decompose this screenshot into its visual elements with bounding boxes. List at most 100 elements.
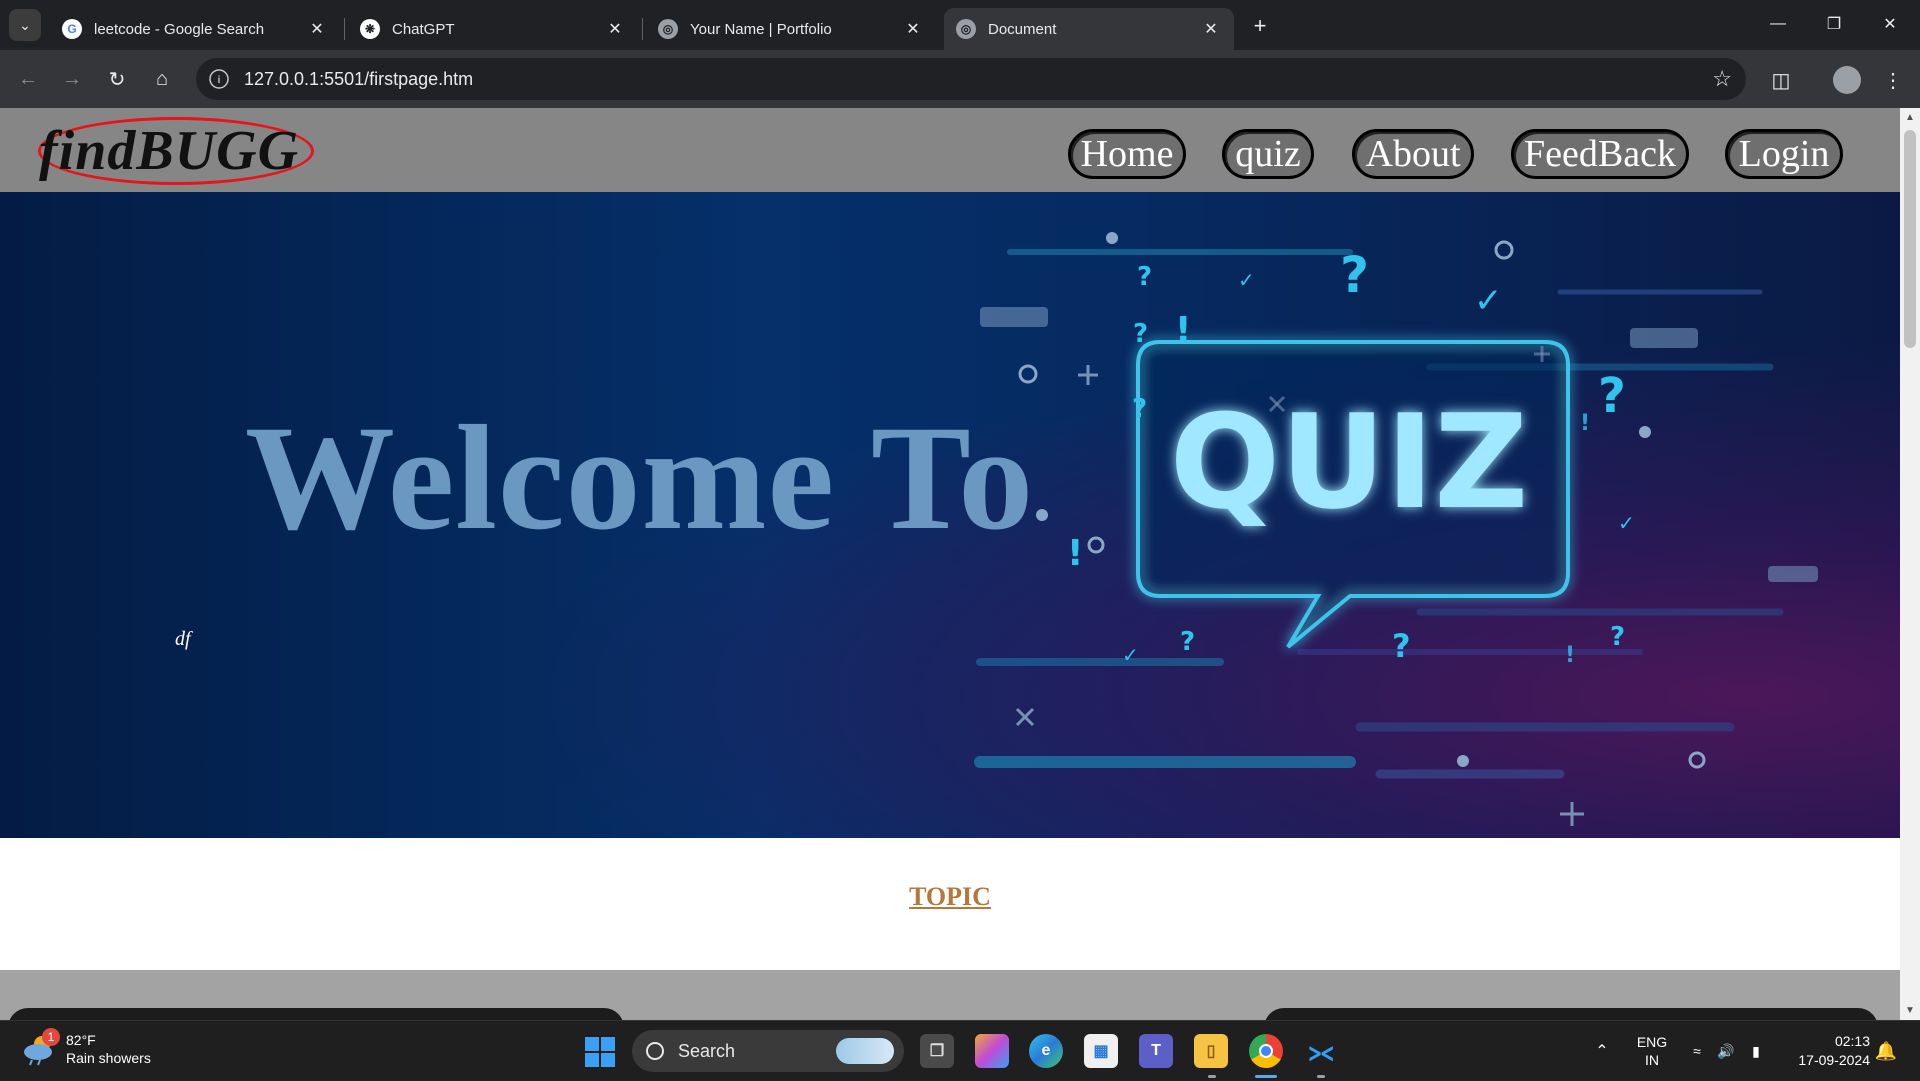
svg-text:✓: ✓ [1122, 643, 1139, 667]
windows-taskbar: 1 82°F Rain showers Search ❐ e ▦ T ▯ ⪥ ⌃… [0, 1020, 1920, 1080]
arrow-left-icon: ← [18, 67, 38, 90]
hero-stray-text: df [175, 628, 191, 650]
topic-label[interactable]: TOPIC [909, 882, 991, 911]
forward-button[interactable]: → [56, 63, 88, 95]
clock-date: 17-09-2024 [1798, 1052, 1870, 1068]
close-tab-icon[interactable]: ✕ [306, 18, 328, 40]
windows-start-icon[interactable] [585, 1037, 615, 1067]
svg-text:!: ! [1580, 411, 1590, 436]
volume-icon[interactable]: 🔊 [1714, 1021, 1738, 1081]
new-tab-button[interactable]: + [1246, 12, 1274, 40]
tab-chatgpt[interactable]: ❋ ChatGPT ✕ [348, 8, 638, 50]
svg-text:!: ! [1067, 533, 1083, 574]
bookmark-star-icon[interactable]: ☆ [1712, 66, 1732, 92]
nav-label: Home [1080, 133, 1174, 175]
chrome-browser-icon[interactable] [1249, 1034, 1283, 1068]
clock-time: 02:13 [1834, 1033, 1870, 1049]
tab-document[interactable]: ◎ Document ✕ [944, 8, 1234, 50]
minimize-button[interactable]: — [1750, 0, 1806, 48]
copilot-icon[interactable] [975, 1034, 1009, 1068]
tab-title: ChatGPT [392, 20, 455, 38]
close-tab-icon[interactable]: ✕ [902, 18, 924, 40]
active-indicator [1255, 1075, 1277, 1078]
tab-title: Document [988, 20, 1057, 38]
close-tab-icon[interactable]: ✕ [1200, 18, 1222, 40]
site-logo[interactable]: findBUGG [38, 117, 314, 185]
browser-tab-strip: ⌄ G leetcode - Google Search ✕ ❋ ChatGPT… [0, 0, 1920, 50]
chevron-down-icon: ⌄ [19, 16, 31, 33]
battery-icon[interactable]: ▮ [1744, 1021, 1768, 1081]
cards-section [0, 970, 1900, 1020]
search-label: Search [678, 1040, 736, 1061]
weather-widget[interactable]: 1 82°F Rain showers [22, 1028, 151, 1067]
microsoft-store-icon[interactable]: ▦ [1084, 1034, 1118, 1068]
tab-search-button[interactable]: ⌄ [9, 9, 41, 41]
svg-text:?: ? [1392, 627, 1411, 665]
nav-quiz[interactable]: quiz [1222, 129, 1314, 179]
nav-login[interactable]: Login [1725, 129, 1843, 179]
tab-leetcode[interactable]: G leetcode - Google Search ✕ [50, 8, 340, 50]
home-button[interactable]: ⌂ [146, 63, 178, 95]
puzzle-icon: ◫ [1771, 69, 1791, 92]
hero-heading: Welcome To [245, 395, 1035, 561]
tab-portfolio[interactable]: ◎ Your Name | Portfolio ✕ [646, 8, 936, 50]
teams-icon[interactable]: T [1139, 1034, 1173, 1068]
site-info-icon[interactable]: i [209, 69, 229, 89]
show-hidden-icons-icon[interactable]: ⌃ [1590, 1021, 1614, 1081]
arrow-right-icon: → [62, 67, 82, 90]
plus-icon: + [1253, 13, 1267, 38]
edge-browser-icon[interactable]: e [1029, 1034, 1063, 1068]
minimize-icon: — [1770, 15, 1786, 32]
notification-bell-icon[interactable]: 🔔 [1874, 1021, 1898, 1081]
kebab-menu-icon: ⋮ [1883, 69, 1903, 92]
wifi-icon[interactable]: ≈ [1686, 1021, 1708, 1081]
close-icon: ✕ [1883, 16, 1897, 33]
site-header: findBUGG Home quiz About FeedBack Login [0, 108, 1900, 192]
nav-label: Login [1738, 133, 1830, 175]
task-view-icon[interactable]: ❐ [920, 1034, 954, 1068]
running-indicator [1317, 1075, 1325, 1078]
tab-divider [642, 18, 643, 40]
extensions-button[interactable]: ◫ [1764, 63, 1798, 97]
scrollbar-thumb[interactable] [1904, 130, 1916, 348]
nav-feedback[interactable]: FeedBack [1511, 129, 1689, 179]
close-window-button[interactable]: ✕ [1862, 0, 1918, 48]
language-indicator[interactable]: ENG IN [1632, 1021, 1672, 1081]
scroll-up-icon[interactable]: ▲ [1905, 112, 1915, 123]
weather-condition: Rain showers [66, 1050, 151, 1066]
url-text[interactable]: 127.0.0.1:5501/firstpage.htm [244, 69, 473, 90]
file-explorer-icon[interactable]: ▯ [1194, 1034, 1228, 1068]
nav-home[interactable]: Home [1068, 129, 1186, 179]
reload-button[interactable]: ↻ [101, 63, 133, 95]
notification-badge: 1 [42, 1028, 60, 1046]
logo-text: findBUGG [38, 120, 300, 182]
vscode-icon[interactable]: ⪥ [1304, 1034, 1338, 1068]
address-bar[interactable]: i 127.0.0.1:5501/firstpage.htm ☆ [196, 58, 1746, 100]
clock[interactable]: 02:13 17-09-2024 [1780, 1021, 1870, 1081]
page-scrollbar[interactable]: ▲ ▼ [1900, 108, 1920, 1020]
scroll-down-icon[interactable]: ▼ [1905, 1005, 1915, 1016]
profile-button[interactable] [1830, 63, 1864, 97]
browser-menu-button[interactable]: ⋮ [1876, 63, 1910, 97]
svg-text:?: ? [1610, 622, 1625, 652]
back-button[interactable]: ← [12, 63, 44, 95]
topic-heading: TOPIC [0, 882, 1900, 912]
home-icon: ⌂ [155, 67, 169, 90]
running-indicator [1208, 1075, 1216, 1078]
close-tab-icon[interactable]: ✕ [604, 18, 626, 40]
taskbar-search[interactable]: Search [632, 1030, 904, 1072]
weather-temp: 82°F [66, 1032, 96, 1048]
search-icon [646, 1042, 664, 1060]
svg-text:✓: ✓ [1618, 511, 1635, 535]
svg-text:✓: ✓ [1238, 268, 1255, 292]
rain-cloud-icon: 1 [22, 1028, 60, 1066]
svg-text:?: ? [1180, 627, 1195, 657]
restore-icon: ❐ [1826, 16, 1842, 33]
chatgpt-icon: ❋ [360, 19, 380, 39]
svg-text:!: ! [1175, 310, 1191, 351]
topic-card[interactable] [8, 1008, 624, 1020]
restore-button[interactable]: ❐ [1806, 0, 1862, 48]
topic-card[interactable] [1264, 1008, 1878, 1020]
language-code: ENG [1636, 1034, 1668, 1050]
nav-about[interactable]: About [1352, 129, 1474, 179]
